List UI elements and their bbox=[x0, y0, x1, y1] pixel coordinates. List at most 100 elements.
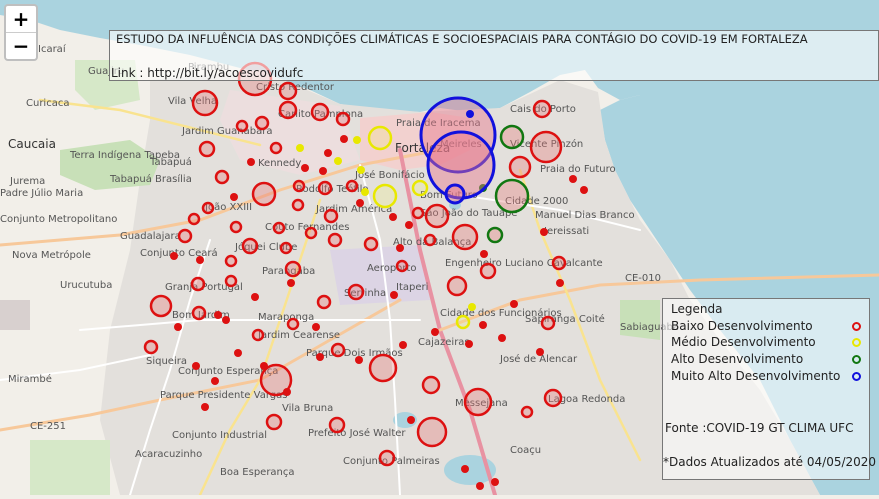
low-development-circle[interactable] bbox=[269, 141, 283, 155]
low-development-circle[interactable] bbox=[340, 135, 348, 143]
low-development-circle[interactable] bbox=[465, 340, 473, 348]
low-development-circle[interactable] bbox=[292, 179, 306, 193]
low-development-circle[interactable] bbox=[508, 155, 532, 179]
low-development-circle[interactable] bbox=[191, 305, 207, 321]
low-development-circle[interactable] bbox=[510, 300, 518, 308]
low-development-circle[interactable] bbox=[396, 244, 404, 252]
low-development-circle[interactable] bbox=[278, 100, 298, 120]
low-development-circle[interactable] bbox=[327, 232, 343, 248]
low-development-circle[interactable] bbox=[543, 388, 563, 408]
low-development-circle[interactable] bbox=[222, 316, 230, 324]
low-development-circle[interactable] bbox=[316, 294, 332, 310]
low-development-circle[interactable] bbox=[476, 482, 484, 490]
low-development-circle[interactable] bbox=[498, 334, 506, 342]
low-development-circle[interactable] bbox=[287, 279, 295, 287]
medium-development-circle[interactable] bbox=[372, 183, 398, 209]
very-high-development-circle[interactable] bbox=[444, 183, 466, 205]
low-development-circle[interactable] bbox=[480, 250, 488, 258]
low-development-circle[interactable] bbox=[335, 111, 351, 127]
low-development-circle[interactable] bbox=[191, 89, 219, 117]
low-development-circle[interactable] bbox=[279, 241, 293, 255]
low-development-circle[interactable] bbox=[301, 164, 309, 172]
low-development-circle[interactable] bbox=[424, 203, 450, 229]
low-development-circle[interactable] bbox=[174, 323, 182, 331]
low-development-circle[interactable] bbox=[407, 416, 415, 424]
low-development-circle[interactable] bbox=[536, 348, 544, 356]
low-development-circle[interactable] bbox=[520, 405, 534, 419]
low-development-circle[interactable] bbox=[143, 339, 159, 355]
zoom-out-button[interactable]: − bbox=[6, 32, 36, 59]
low-development-circle[interactable] bbox=[149, 294, 173, 318]
low-development-circle[interactable] bbox=[416, 416, 448, 448]
low-development-circle[interactable] bbox=[214, 169, 230, 185]
low-development-circle[interactable] bbox=[312, 323, 320, 331]
low-development-circle[interactable] bbox=[284, 260, 302, 278]
medium-development-circle[interactable] bbox=[296, 144, 304, 152]
low-development-circle[interactable] bbox=[395, 259, 409, 273]
low-development-circle[interactable] bbox=[198, 140, 216, 158]
low-development-circle[interactable] bbox=[423, 233, 437, 247]
low-development-circle[interactable] bbox=[368, 353, 398, 383]
low-development-circle[interactable] bbox=[229, 220, 243, 234]
low-development-circle[interactable] bbox=[355, 356, 363, 364]
low-development-circle[interactable] bbox=[283, 388, 291, 396]
low-development-circle[interactable] bbox=[192, 362, 200, 370]
medium-development-circle[interactable] bbox=[334, 157, 342, 165]
high-development-circle[interactable] bbox=[499, 124, 525, 150]
low-development-circle[interactable] bbox=[347, 283, 365, 301]
low-development-circle[interactable] bbox=[211, 377, 219, 385]
low-development-circle[interactable] bbox=[389, 213, 397, 221]
low-development-circle[interactable] bbox=[446, 275, 468, 297]
very-high-development-circle[interactable] bbox=[466, 110, 474, 118]
low-development-circle[interactable] bbox=[286, 317, 300, 331]
low-development-circle[interactable] bbox=[399, 341, 407, 349]
low-development-circle[interactable] bbox=[214, 311, 222, 319]
low-development-circle[interactable] bbox=[479, 321, 487, 329]
low-development-circle[interactable] bbox=[291, 198, 305, 212]
medium-development-circle[interactable] bbox=[367, 125, 393, 151]
low-development-circle[interactable] bbox=[556, 279, 564, 287]
low-development-circle[interactable] bbox=[551, 255, 567, 271]
low-development-circle[interactable] bbox=[363, 236, 379, 252]
medium-development-circle[interactable] bbox=[455, 314, 471, 330]
low-development-circle[interactable] bbox=[251, 293, 259, 301]
low-development-circle[interactable] bbox=[230, 193, 238, 201]
low-development-circle[interactable] bbox=[463, 387, 493, 417]
low-development-circle[interactable] bbox=[190, 276, 206, 292]
low-development-circle[interactable] bbox=[479, 262, 497, 280]
low-development-circle[interactable] bbox=[254, 115, 270, 131]
low-development-circle[interactable] bbox=[265, 413, 283, 431]
low-development-circle[interactable] bbox=[405, 221, 413, 229]
low-development-circle[interactable] bbox=[431, 328, 439, 336]
low-development-circle[interactable] bbox=[356, 199, 364, 207]
low-development-circle[interactable] bbox=[532, 99, 552, 119]
low-development-circle[interactable] bbox=[260, 362, 268, 370]
low-development-circle[interactable] bbox=[378, 449, 396, 467]
zoom-in-button[interactable]: + bbox=[6, 6, 36, 32]
low-development-circle[interactable] bbox=[421, 375, 441, 395]
low-development-circle[interactable] bbox=[272, 221, 286, 235]
medium-development-circle[interactable] bbox=[357, 166, 365, 174]
low-development-circle[interactable] bbox=[328, 416, 346, 434]
low-development-circle[interactable] bbox=[278, 81, 298, 101]
low-development-circle[interactable] bbox=[529, 130, 563, 164]
medium-development-circle[interactable] bbox=[468, 303, 476, 311]
low-development-circle[interactable] bbox=[345, 179, 359, 193]
low-development-circle[interactable] bbox=[540, 228, 548, 236]
low-development-circle[interactable] bbox=[461, 465, 469, 473]
low-development-circle[interactable] bbox=[241, 237, 259, 255]
low-development-circle[interactable] bbox=[491, 478, 499, 486]
low-development-circle[interactable] bbox=[390, 291, 398, 299]
low-development-circle[interactable] bbox=[224, 254, 238, 268]
low-development-circle[interactable] bbox=[569, 175, 577, 183]
medium-development-circle[interactable] bbox=[411, 179, 429, 197]
low-development-circle[interactable] bbox=[187, 212, 201, 226]
high-development-circle[interactable] bbox=[494, 178, 530, 214]
low-development-circle[interactable] bbox=[324, 149, 332, 157]
high-development-circle[interactable] bbox=[486, 226, 504, 244]
map-link[interactable]: Link : http://bit.ly/acoescovidufc bbox=[111, 66, 303, 80]
low-development-circle[interactable] bbox=[310, 102, 330, 122]
low-development-circle[interactable] bbox=[196, 256, 204, 264]
low-development-circle[interactable] bbox=[317, 180, 333, 196]
low-development-circle[interactable] bbox=[304, 226, 318, 240]
